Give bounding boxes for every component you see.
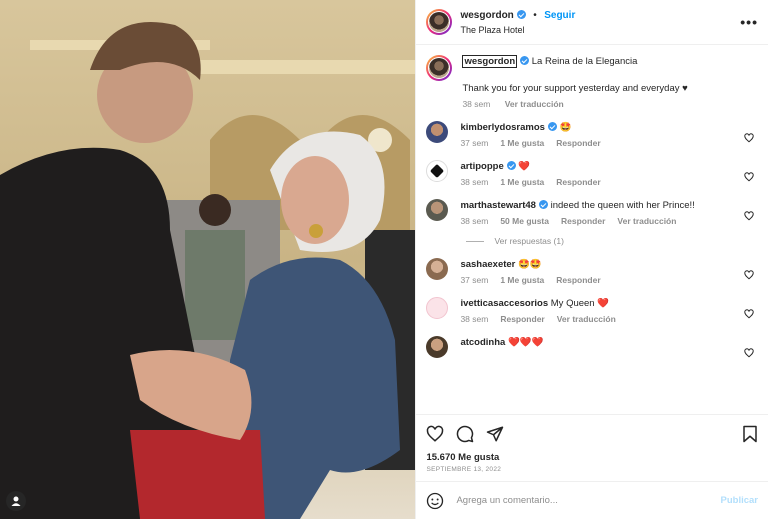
comment-time[interactable]: 38 sem [460,216,488,226]
bookmark-icon[interactable] [742,425,758,443]
comment-translate[interactable]: Ver traducción [557,314,616,324]
reply-button[interactable]: Responder [561,216,605,226]
comment-username[interactable]: ivetticasaccesorios [460,298,548,309]
commenter-avatar[interactable] [426,258,449,280]
comment-username[interactable]: kimberlydosramos [460,122,544,133]
comment-likes[interactable]: 1 Me gusta [500,138,544,148]
heart-icon[interactable] [426,425,444,443]
comment-likes[interactable]: 1 Me gusta [500,177,544,187]
post-sidebar: wesgordon • Seguir The Plaza Hotel ••• w… [415,0,768,519]
caption-title: La Reina de la Elegancia [531,56,638,67]
share-icon[interactable] [486,425,504,443]
post-header: wesgordon • Seguir The Plaza Hotel ••• [416,0,768,45]
emoji-icon[interactable] [426,492,444,510]
author-avatar[interactable] [426,9,453,35]
comment-username[interactable]: atcodinha [460,337,505,348]
comment-time[interactable]: 38 sem [460,177,488,187]
comment-icon[interactable] [456,425,474,443]
caption-translate[interactable]: Ver traducción [505,99,564,109]
comment-row: atcodinha ❤️❤️❤️ [426,336,758,358]
post-location[interactable]: The Plaza Hotel [460,23,575,37]
reply-button[interactable]: Responder [500,314,544,324]
commenter-avatar[interactable] [426,199,449,221]
comment-username[interactable]: marthastewart48 [460,200,536,211]
replies-divider [466,240,485,242]
commenter-avatar[interactable] [426,336,449,358]
commenter-avatar[interactable] [426,297,449,319]
comment-like-icon[interactable] [744,348,754,358]
follow-button[interactable]: Seguir [544,10,575,21]
view-replies-button[interactable]: Ver respuestas (1) [466,236,758,246]
comment-row: marthastewart48 indeed the queen with he… [426,199,758,226]
comment-like-icon[interactable] [744,133,754,143]
verified-badge-icon [506,161,516,170]
caption-username[interactable]: wesgordon [462,55,518,68]
commenter-avatar[interactable] [426,160,449,182]
comment-row: ivetticasaccesorios My Queen ❤️ 38 sem Re… [426,297,758,324]
caption-time[interactable]: 38 sem [462,99,490,109]
comment-likes[interactable]: 1 Me gusta [500,275,544,285]
comment-text: My Queen ❤️ [550,298,610,309]
publish-button[interactable]: Publicar [721,495,759,506]
comment-translate[interactable]: Ver traducción [617,216,676,226]
view-replies-label: Ver respuestas (1) [494,236,564,246]
like-count[interactable]: 15.670 Me gusta [416,452,768,463]
comment-text: ❤️ [518,161,531,172]
comment-like-icon[interactable] [744,172,754,182]
separator-dot: • [533,10,537,21]
comment-like-icon[interactable] [744,309,754,319]
comment-row: artipoppe ❤️ 38 sem 1 Me gusta Responder [426,160,758,187]
comment-row: kimberlydosramos 🤩 37 sem 1 Me gusta Respo… [426,121,758,148]
comment-username[interactable]: sashaexeter [460,259,515,270]
reply-button[interactable]: Responder [556,177,600,187]
post-photo[interactable] [0,0,416,519]
post-date: SEPTIEMBRE 13, 2022 [426,466,502,473]
comment-time[interactable]: 38 sem [460,314,488,324]
more-options-icon[interactable]: ••• [740,14,758,30]
comment-username[interactable]: artipoppe [460,161,503,172]
reply-button[interactable]: Responder [556,275,600,285]
reply-button[interactable]: Responder [556,138,600,148]
comment-likes[interactable]: 50 Me gusta [500,216,549,226]
verified-badge-icon [547,122,557,131]
photo-illustration [0,0,416,519]
comment-text: indeed the queen with her Prince!! [550,200,695,211]
add-comment-bar: Publicar [416,481,768,519]
comment-like-icon[interactable] [744,270,754,280]
caption-body: Thank you for your support yesterday and… [462,83,688,94]
user-tag-icon[interactable] [6,491,26,511]
comment-text: 🤩 [559,122,572,133]
caption: wesgordon La Reina de la Elegancia Thank… [426,55,758,109]
comment-like-icon[interactable] [744,211,754,221]
comment-time[interactable]: 37 sem [460,138,488,148]
comment-text: ❤️❤️❤️ [507,337,544,348]
comment-input[interactable] [454,494,721,507]
comment-time[interactable]: 37 sem [460,275,488,285]
comments-list[interactable]: wesgordon La Reina de la Elegancia Thank… [416,45,768,414]
author-username[interactable]: wesgordon [460,10,513,21]
verified-badge-icon [520,56,530,65]
comment-row: sashaexeter 🤩🤩 37 sem 1 Me gusta Responder [426,258,758,285]
post-actions [416,414,768,452]
verified-badge-icon [516,10,526,19]
verified-badge-icon [538,200,548,209]
caption-avatar[interactable] [426,55,453,81]
commenter-avatar[interactable] [426,121,449,143]
comment-text: 🤩🤩 [518,259,542,270]
